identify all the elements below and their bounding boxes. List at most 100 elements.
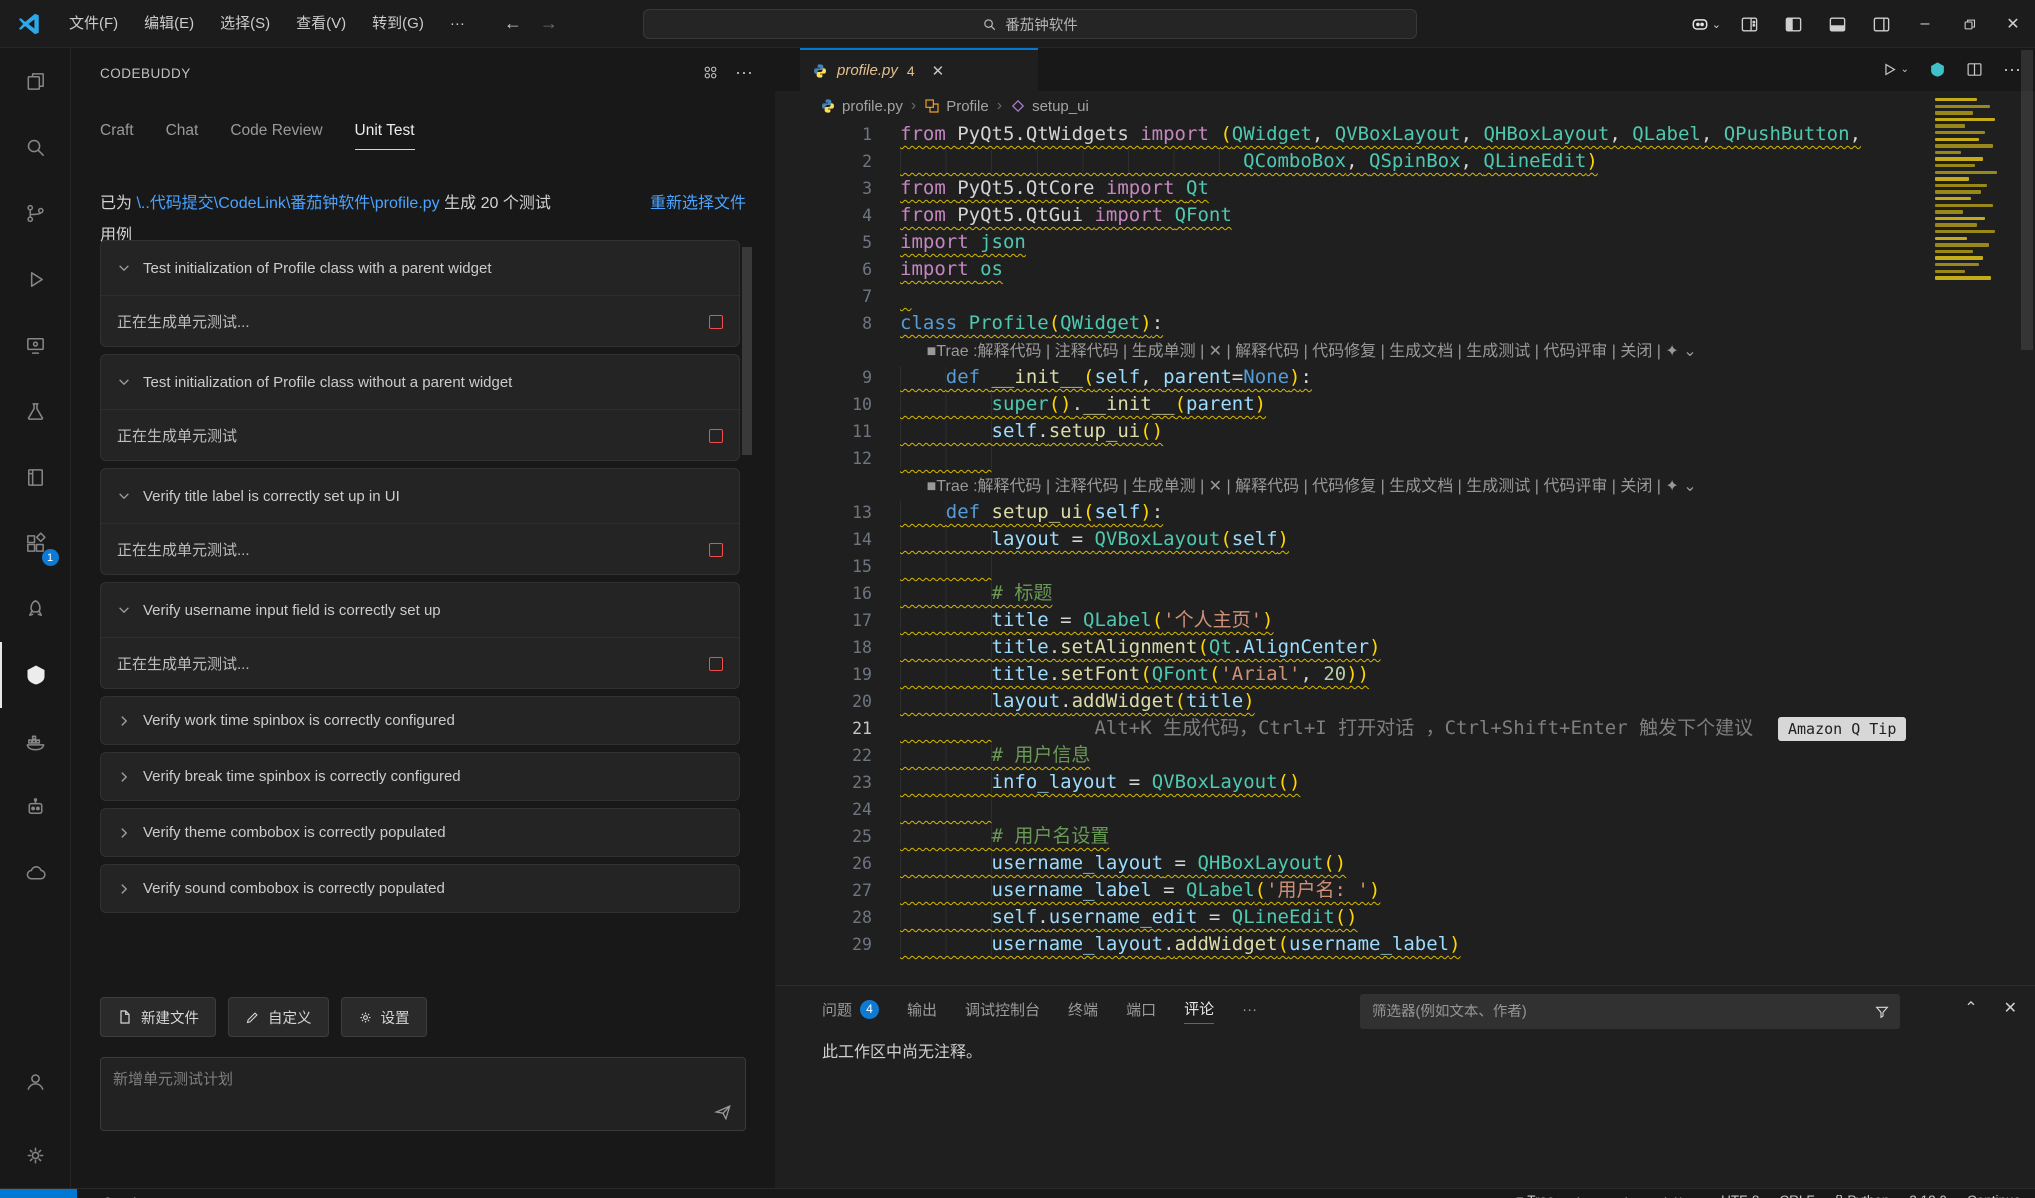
code-line[interactable]: 8 class Profile(QWidget):	[775, 310, 2035, 337]
more-actions-icon[interactable]: ···	[735, 62, 753, 83]
menu-item-1[interactable]: 编辑(E)	[131, 9, 207, 39]
toggle-secondary-sidebar-icon[interactable]	[1859, 0, 1903, 48]
test-card[interactable]: Test initialization of Profile class wit…	[100, 354, 740, 461]
customize-button[interactable]: 自定义	[228, 997, 329, 1037]
test-card[interactable]: Verify username input field is correctly…	[100, 582, 740, 689]
chevron-right-icon[interactable]	[117, 770, 131, 784]
tab-unit-test[interactable]: Unit Test	[354, 122, 415, 150]
close-window-button[interactable]: ✕	[1991, 0, 2035, 48]
status-item[interactable]: ⊗ 0 △ 4	[89, 1195, 137, 1198]
menu-item-3[interactable]: 查看(V)	[283, 9, 359, 39]
global-search-box[interactable]: 番茄钟软件	[643, 9, 1417, 39]
test-card-header[interactable]: Verify work time spinbox is correctly co…	[101, 697, 739, 744]
status-item[interactable]: {} Python	[1835, 1193, 1890, 1198]
code-line[interactable]: 18 title.setAlignment(Qt.AlignCenter)	[775, 634, 2035, 661]
file-path-link[interactable]: \..代码提交\CodeLink\番茄钟软件\profile.py	[136, 195, 439, 212]
activity-testing-icon[interactable]	[0, 378, 71, 444]
code-line[interactable]: 29 username_layout.addWidget(username_la…	[775, 931, 2035, 958]
code-line[interactable]: 7	[775, 283, 2035, 310]
trae-codelens-actions[interactable]: ■Trae :解释代码 | 注释代码 | 生成单测 | ✕ | 解释代码 | 代…	[900, 478, 1697, 495]
test-card[interactable]: Verify break time spinbox is correctly c…	[100, 752, 740, 801]
editor-more-actions-icon[interactable]: ···	[2003, 59, 2021, 80]
chevron-down-icon[interactable]	[117, 375, 131, 389]
tab-profile-py[interactable]: profile.py 4 ✕	[800, 48, 1038, 91]
status-item[interactable]: UTF-8	[1721, 1193, 1759, 1198]
code-line[interactable]: 3 from PyQt5.QtCore import Qt	[775, 175, 2035, 202]
tab-craft[interactable]: Craft	[100, 122, 134, 150]
test-card[interactable]: Verify theme combobox is correctly popul…	[100, 808, 740, 857]
copilot-chevron-icon[interactable]: ⌄	[1712, 18, 1721, 31]
stop-generation-button[interactable]	[709, 656, 723, 671]
new-test-plan-input[interactable]	[101, 1058, 745, 1110]
test-card[interactable]: Verify sound combobox is correctly popul…	[100, 864, 740, 913]
status-item[interactable]: 3.12.0	[1909, 1193, 1947, 1198]
code-line[interactable]: 15	[775, 553, 2035, 580]
back-arrow-icon[interactable]: ←	[504, 13, 522, 34]
code-line[interactable]: 24	[775, 796, 2035, 823]
panel-maximize-icon[interactable]: ⌃	[1964, 998, 1977, 1018]
minimap[interactable]	[1933, 50, 1999, 910]
stop-generation-button[interactable]	[709, 428, 723, 443]
activity-settings-icon[interactable]	[0, 1122, 71, 1188]
chevron-down-icon[interactable]	[117, 261, 131, 275]
code-line[interactable]: 9 def __init__(self, parent=None):	[775, 364, 2035, 391]
editor-scrollbar[interactable]	[2021, 50, 2033, 350]
run-button[interactable]: ⌄	[1881, 61, 1909, 78]
filter-funnel-icon[interactable]	[1874, 1004, 1890, 1020]
panel-tab-输出[interactable]: 输出	[907, 994, 937, 1024]
status-item[interactable]: CRLF	[1779, 1193, 1814, 1198]
tab-close-icon[interactable]: ✕	[932, 62, 945, 80]
test-card[interactable]: Verify title label is correctly set up i…	[100, 468, 740, 575]
panel-close-icon[interactable]: ✕	[2004, 998, 2017, 1018]
status-item[interactable]: Continue	[1967, 1193, 2021, 1198]
panel-tab-端口[interactable]: 端口	[1126, 994, 1156, 1024]
panel-tab-评论[interactable]: 评论	[1184, 994, 1215, 1024]
reselect-file-link[interactable]: 重新选择文件	[650, 188, 746, 220]
code-line[interactable]: 23 info_layout = QVBoxLayout()	[775, 769, 2035, 796]
status-item[interactable]: 行 21, 列 9	[1575, 1193, 1640, 1198]
panel-tab-···[interactable]: ···	[1242, 994, 1257, 1024]
toggle-sidebar-icon[interactable]	[1771, 0, 1815, 48]
chevron-down-icon[interactable]	[117, 489, 131, 503]
test-card-header[interactable]: Test initialization of Profile class wit…	[101, 355, 739, 409]
menu-item-0[interactable]: 文件(F)	[56, 9, 131, 39]
activity-search-icon[interactable]	[0, 114, 71, 180]
comments-filter-input[interactable]	[1360, 1003, 1874, 1020]
code-area[interactable]: 1 from PyQt5.QtWidgets import (QWidget, Q…	[775, 121, 2035, 985]
panel-tab-调试控制台[interactable]: 调试控制台	[965, 994, 1040, 1024]
test-card-header[interactable]: Verify sound combobox is correctly popul…	[101, 865, 739, 912]
chevron-right-icon[interactable]	[117, 882, 131, 896]
menu-item-4[interactable]: 转到(G)	[359, 9, 437, 39]
activity-cloud-icon[interactable]	[0, 840, 71, 906]
new-file-button[interactable]: 新建文件	[100, 997, 216, 1037]
chevron-right-icon[interactable]	[117, 826, 131, 840]
minimize-button[interactable]: –	[1903, 0, 1947, 48]
code-line[interactable]: 1 from PyQt5.QtWidgets import (QWidget, Q…	[775, 121, 2035, 148]
toggle-panel-icon[interactable]	[1815, 0, 1859, 48]
code-line[interactable]: 2 QComboBox, QSpinBox, QLineEdit)	[775, 148, 2035, 175]
menu-item-2[interactable]: 选择(S)	[207, 9, 283, 39]
breadcrumb-Profile[interactable]: Profile	[924, 98, 989, 115]
activity-source-control-icon[interactable]	[0, 180, 71, 246]
codelens-row[interactable]: ■Trae :解释代码 | 注释代码 | 生成单测 | ✕ | 解释代码 | 代…	[775, 337, 2035, 364]
status-item[interactable]: ■ Trae	[1516, 1193, 1555, 1198]
breadcrumb-profile-py[interactable]: profile.py	[820, 98, 903, 115]
remote-indicator[interactable]: ✓	[0, 1188, 77, 1198]
status-item[interactable]: 空格: 4	[1659, 1193, 1701, 1198]
activity-tools-icon[interactable]	[0, 576, 71, 642]
code-line[interactable]: 22 # 用户信息	[775, 742, 2035, 769]
test-card[interactable]: Verify work time spinbox is correctly co…	[100, 696, 740, 745]
stop-generation-button[interactable]	[709, 542, 723, 557]
code-line[interactable]: 28 self.username_edit = QLineEdit()	[775, 904, 2035, 931]
code-line[interactable]: 27 username_label = QLabel('用户名: ')	[775, 877, 2035, 904]
code-line[interactable]: 16 # 标题	[775, 580, 2035, 607]
restore-button[interactable]	[1947, 0, 1991, 48]
activity-docker-icon[interactable]	[0, 708, 71, 774]
code-line[interactable]: 10 super().__init__(parent)	[775, 391, 2035, 418]
code-line[interactable]: 26 username_layout = QHBoxLayout()	[775, 850, 2035, 877]
test-card-header[interactable]: Verify break time spinbox is correctly c…	[101, 753, 739, 800]
chevron-down-icon[interactable]	[117, 603, 131, 617]
breadcrumb-setup_ui[interactable]: setup_ui	[1010, 98, 1089, 115]
panel-tab-问题[interactable]: 问题 4	[822, 994, 880, 1024]
code-line[interactable]: 25 # 用户名设置	[775, 823, 2035, 850]
